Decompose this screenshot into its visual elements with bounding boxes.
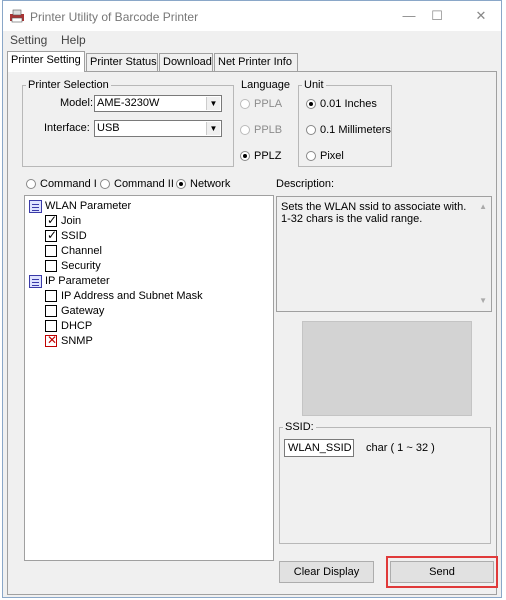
tree-item-label: DHCP — [61, 320, 93, 332]
tree-item-label: Gateway — [61, 305, 105, 317]
network-radio[interactable] — [176, 179, 186, 189]
tree-item-label: SNMP — [61, 335, 93, 347]
unit-legend: Unit — [304, 79, 324, 91]
network-label: Network — [190, 178, 231, 190]
tab-printer-status[interactable]: Printer Status — [86, 53, 158, 71]
unit-pixel-radio[interactable] — [306, 151, 316, 161]
description-box: Sets the WLAN ssid to associate with. 1-… — [276, 196, 492, 312]
tree-item-label: Join — [61, 215, 82, 227]
menu-bar: Setting Help — [3, 31, 501, 49]
interface-select[interactable]: USB ▼ — [94, 120, 222, 137]
interface-label: Interface: — [44, 122, 90, 134]
minimize-button[interactable]: — — [395, 5, 423, 27]
unit-pixel-label: Pixel — [320, 150, 344, 162]
security-checkbox[interactable] — [45, 260, 57, 272]
language-pplb-label: PPLB — [254, 124, 283, 136]
window-title: Printer Utility of Barcode Printer — [30, 10, 199, 24]
scroll-up-arrow-icon[interactable]: ▲ — [479, 201, 487, 213]
maximize-button[interactable]: ☐ — [423, 5, 451, 27]
tree-item-label: Security — [61, 260, 101, 272]
menu-setting[interactable]: Setting — [10, 33, 47, 47]
channel-checkbox[interactable] — [45, 245, 57, 257]
document-list-icon — [29, 200, 42, 213]
tab-net-printer-info[interactable]: Net Printer Info — [214, 53, 298, 71]
language-pplb-radio[interactable] — [240, 125, 250, 135]
document-list-icon — [29, 275, 42, 288]
unit-mm-radio[interactable] — [306, 125, 316, 135]
printer-setting-panel: Printer Selection Model: AME-3230W ▼ Int… — [7, 71, 498, 595]
printer-selection-legend: Printer Selection — [28, 79, 109, 91]
tree-item-label: IP Address and Subnet Mask — [61, 290, 203, 302]
tree-group-label: IP Parameter — [45, 275, 110, 287]
ssid-legend: SSID: — [285, 421, 314, 433]
model-label: Model: — [60, 97, 94, 109]
scroll-down-arrow-icon[interactable]: ▼ — [479, 295, 487, 307]
language-legend: Language — [241, 79, 290, 91]
description-line: 1-32 chars is the valid range. — [281, 213, 423, 225]
tree-item-label: SSID — [61, 230, 87, 242]
command-2-label: Command II — [114, 178, 174, 190]
preview-area — [302, 321, 472, 416]
model-value: AME-3230W — [97, 97, 160, 109]
description-label: Description: — [276, 178, 335, 190]
chevron-down-icon[interactable]: ▼ — [206, 122, 220, 135]
main-window: Printer Utility of Barcode Printer — ☐ ✕… — [2, 0, 502, 598]
title-bar[interactable]: Printer Utility of Barcode Printer — ☐ ✕ — [3, 1, 501, 31]
unit-inches-radio[interactable] — [306, 99, 316, 109]
parameter-tree[interactable]: WLAN Parameter Join SSID Channel Securit… — [24, 195, 274, 561]
language-pplz-radio[interactable] — [240, 151, 250, 161]
model-select[interactable]: AME-3230W ▼ — [94, 95, 222, 112]
command-1-radio[interactable] — [26, 179, 36, 189]
ssid-char-hint: char ( 1 ~ 32 ) — [366, 442, 435, 454]
language-ppla-label: PPLA — [254, 98, 283, 110]
language-pplz-label: PPLZ — [254, 150, 282, 162]
menu-help[interactable]: Help — [61, 33, 86, 47]
unit-inches-label: 0.01 Inches — [320, 98, 377, 110]
unit-mm-label: 0.1 Millimeters — [320, 124, 391, 136]
ip-address-checkbox[interactable] — [45, 290, 57, 302]
close-button[interactable]: ✕ — [467, 5, 495, 27]
clear-display-button[interactable]: Clear Display — [279, 561, 374, 583]
send-highlight-box — [386, 556, 498, 588]
dhcp-checkbox[interactable] — [45, 320, 57, 332]
tab-printer-setting[interactable]: Printer Setting — [7, 51, 85, 72]
chevron-down-icon[interactable]: ▼ — [206, 97, 220, 110]
ssid-input[interactable]: WLAN_SSID — [284, 439, 354, 457]
command-1-label: Command I — [40, 178, 97, 190]
tree-group-label: WLAN Parameter — [45, 200, 132, 212]
printer-app-icon — [10, 9, 24, 23]
language-ppla-radio[interactable] — [240, 99, 250, 109]
description-line: Sets the WLAN ssid to associate with. — [281, 201, 467, 213]
gateway-checkbox[interactable] — [45, 305, 57, 317]
tab-download[interactable]: Download — [159, 53, 213, 71]
tree-item-label: Channel — [61, 245, 102, 257]
interface-value: USB — [97, 122, 120, 134]
snmp-error-checkbox[interactable] — [45, 333, 57, 347]
ssid-checkbox[interactable] — [45, 228, 57, 242]
command-2-radio[interactable] — [100, 179, 110, 189]
join-checkbox[interactable] — [45, 213, 57, 227]
